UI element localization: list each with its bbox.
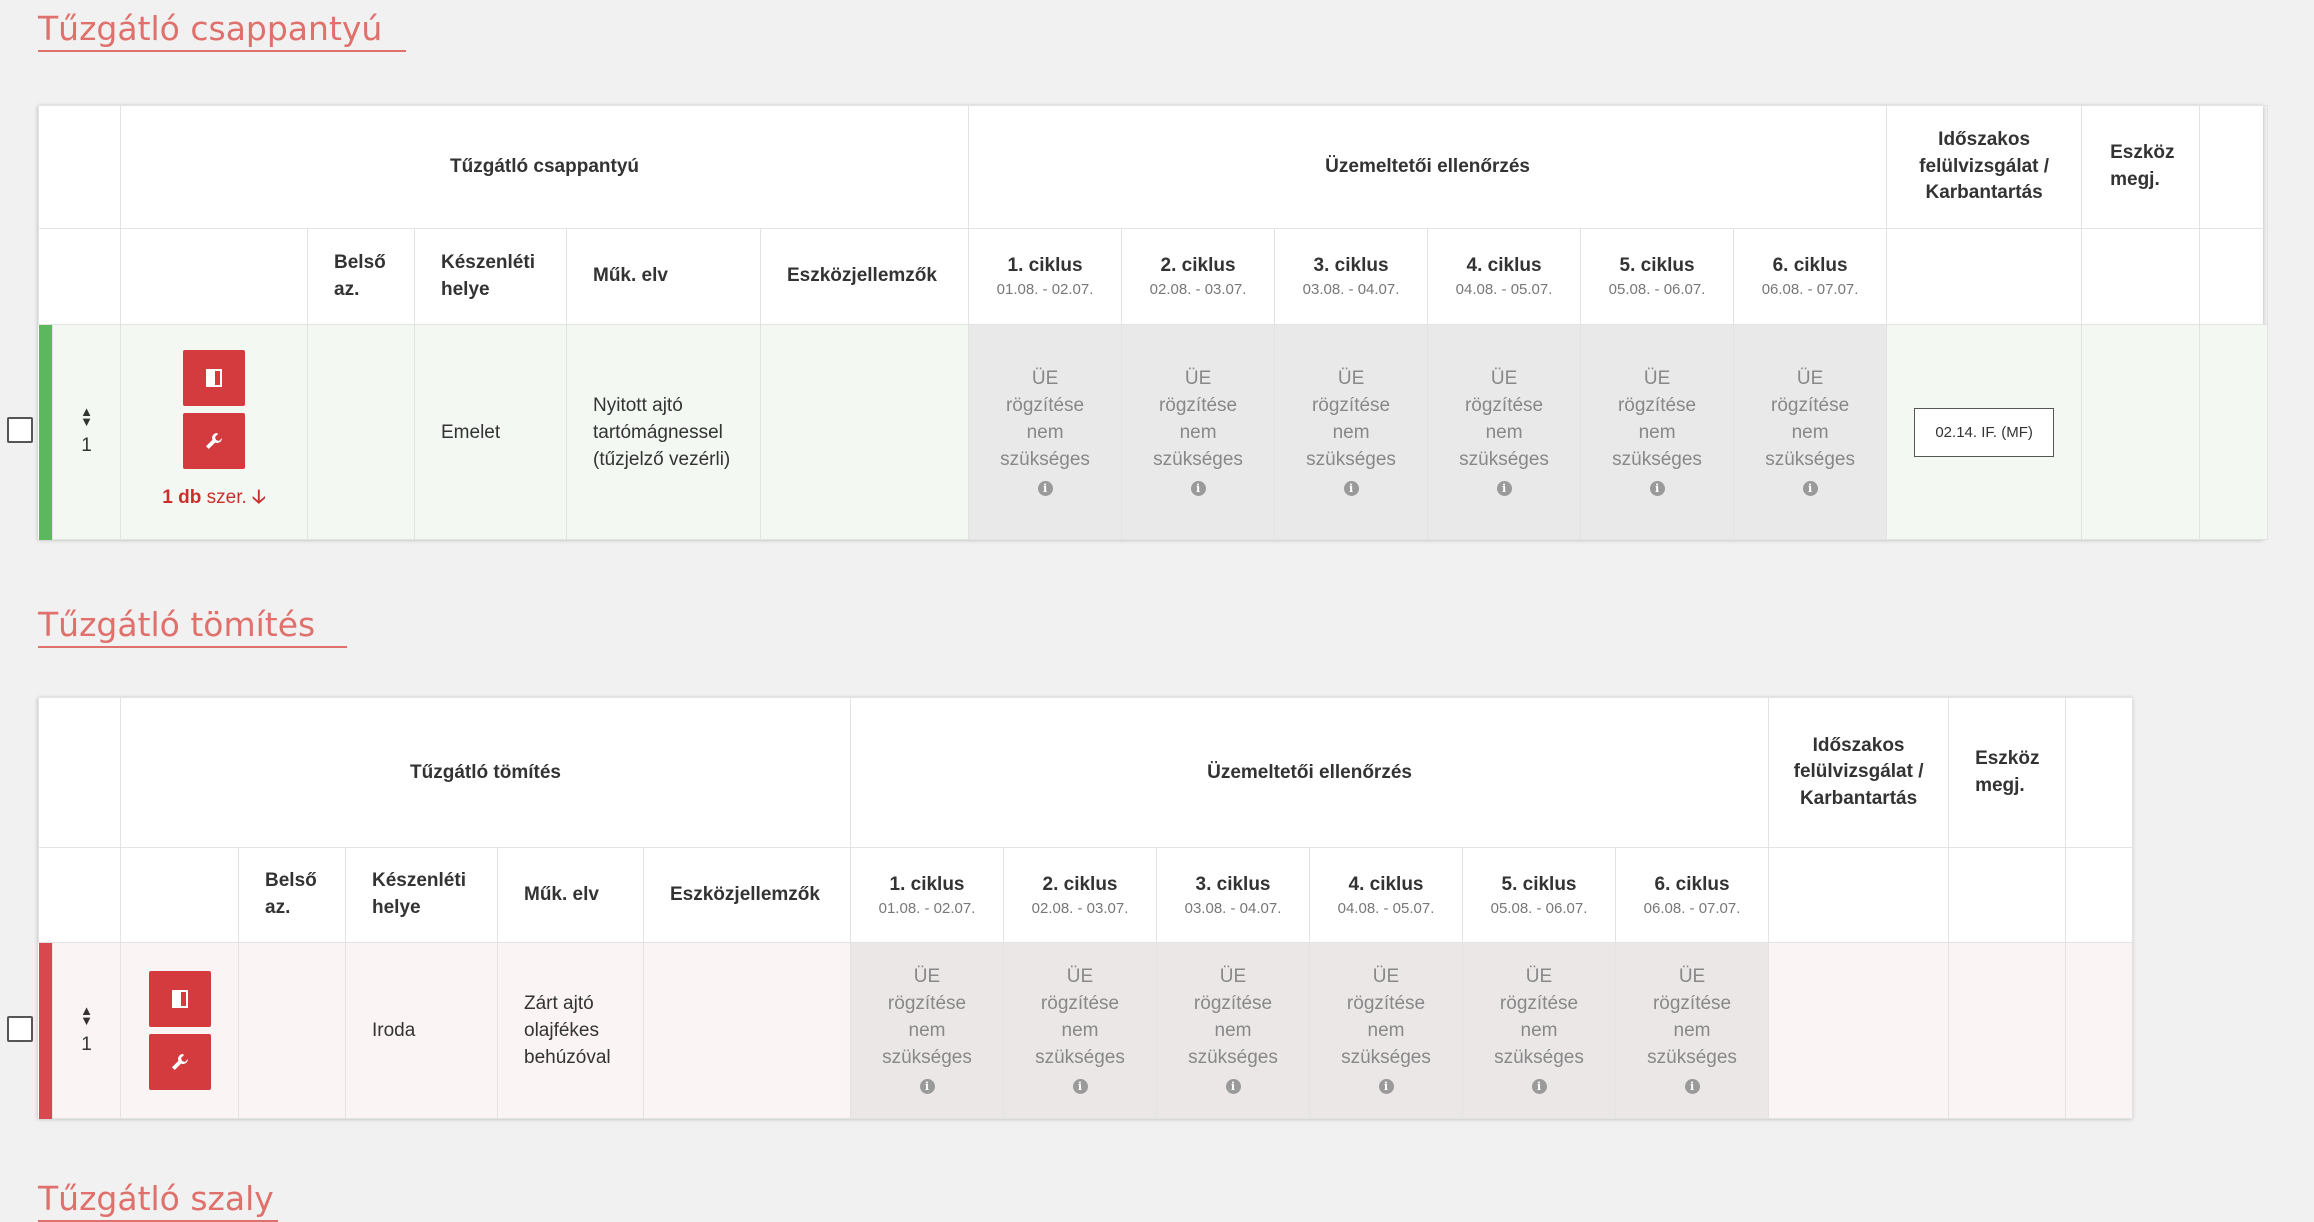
cell-device-note [2081, 324, 2201, 540]
col-cycle-2: 2. ciklus 02.08. - 03.07. [1121, 228, 1276, 325]
cycle-status-2[interactable]: ÜE rögzítése nem szükséges i [1121, 324, 1276, 540]
col-cycle-3: 3. ciklus 03.08. - 04.07. [1274, 228, 1429, 325]
info-icon[interactable]: i [1225, 1079, 1241, 1094]
info-icon[interactable]: i [1190, 480, 1206, 496]
cycle-status-4[interactable]: ÜE rögzítése nem szükséges i [1427, 324, 1582, 540]
info-icon[interactable]: i [1531, 1079, 1547, 1094]
cell-internal-id [307, 324, 415, 540]
col-internal-id: Belső az. [238, 847, 346, 943]
periodic-cell [1768, 942, 1950, 1119]
door-icon [206, 368, 222, 387]
group-header-main: Tűzgátló csappantyú [119, 105, 970, 229]
info-icon[interactable]: i [1378, 1079, 1394, 1094]
device-count-link[interactable]: 1 db szer. 🡣 [121, 483, 307, 515]
cell-location: Emelet [414, 324, 567, 540]
col-internal-id: Belső az. [307, 228, 415, 325]
cell-operation: Zárt ajtó olajfékes behúzóval [497, 942, 644, 1119]
col-location: Készenléti helye [345, 847, 498, 943]
col-features: Eszközjellemzők [759, 228, 970, 325]
cycle-status-5[interactable]: ÜE rögzítése nem szükséges i [1580, 324, 1735, 540]
section-title-szaly: Tűzgátló szaly [38, 1180, 278, 1222]
table-csappantyu: Tűzgátló csappantyú Üzemeltetői ellenőrz… [38, 105, 2269, 540]
group-header-check: Üzemeltetői ellenőrzés [849, 697, 1770, 848]
cycle-status-6[interactable]: ÜE rögzítése nem szükséges i [1614, 942, 1770, 1119]
group-header-periodic: Időszakos felülvizsgálat / Karbantartás [1768, 697, 1950, 848]
group-header-periodic: Időszakos felülvizsgálat / Karbantartás [1886, 105, 2083, 229]
col-cycle-4: 4. ciklus 04.08. - 05.07. [1427, 228, 1582, 325]
cell-features [759, 324, 970, 540]
col-location: Készenléti helye [414, 228, 567, 325]
col-cycle-6: 6. ciklus 06.08. - 07.07. [1614, 847, 1770, 943]
cycle-status-2[interactable]: ÜE rögzítése nem szükséges i [1003, 942, 1157, 1119]
info-icon[interactable]: i [919, 1079, 935, 1094]
cell-operation: Nyitott ajtó tartómágnessel (tűzjelző ve… [566, 324, 761, 540]
col-cycle-1: 1. ciklus 01.08. - 02.07. [968, 228, 1123, 325]
door-button[interactable] [148, 971, 211, 1027]
col-cycle-2: 2. ciklus 02.08. - 03.07. [1003, 847, 1157, 943]
cell-internal-id [238, 942, 346, 1119]
section-title-tomites: Tűzgátló tömítés [38, 606, 347, 648]
action-cell: 1 db szer. 🡣 [120, 324, 308, 540]
group-header-device-note: Eszköz megj. [2081, 105, 2201, 229]
info-icon[interactable]: i [1802, 480, 1818, 496]
info-icon[interactable]: i [1072, 1079, 1088, 1094]
group-header-main: Tűzgátló tömítés [120, 697, 851, 848]
col-cycle-3: 3. ciklus 03.08. - 04.07. [1156, 847, 1310, 943]
cycle-status-5[interactable]: ÜE rögzítése nem szükséges i [1462, 942, 1616, 1119]
wrench-icon [171, 1054, 188, 1070]
group-header-check: Üzemeltetői ellenőrzés [968, 105, 1888, 229]
col-operation: Műk. elv [566, 228, 761, 325]
info-icon[interactable]: i [1649, 480, 1665, 496]
table-row: ▲ ▼ 1 Iroda Zárt ajtó olajfékes behúzóva… [38, 942, 2134, 1119]
col-cycle-5: 5. ciklus 05.08. - 06.07. [1462, 847, 1616, 943]
cycle-status-3[interactable]: ÜE rögzítése nem szükséges i [1156, 942, 1310, 1119]
table-tomites: Tűzgátló tömítés Üzemeltetői ellenőrzés … [38, 697, 2134, 1119]
cell-location: Iroda [345, 942, 498, 1119]
row-select-checkbox[interactable] [7, 417, 33, 443]
cycle-status-3[interactable]: ÜE rögzítése nem szükséges i [1274, 324, 1429, 540]
cell-features [643, 942, 851, 1119]
periodic-inspection-button[interactable]: 02.14. IF. (MF) [1914, 407, 2054, 457]
arrow-down-icon: 🡣 [252, 486, 266, 508]
col-cycle-1: 1. ciklus 01.08. - 02.07. [850, 847, 1004, 943]
sort-handle[interactable]: ▲ ▼ 1 [52, 324, 121, 540]
col-operation: Műk. elv [497, 847, 644, 943]
sort-handle[interactable]: ▲ ▼ 1 [52, 942, 121, 1119]
table-row: ▲ ▼ 1 1 db szer. 🡣 Emelet Nyitott ajtó t… [38, 324, 2269, 540]
cycle-status-6[interactable]: ÜE rögzítése nem szükséges i [1733, 324, 1888, 540]
info-icon[interactable]: i [1343, 480, 1359, 496]
col-cycle-4: 4. ciklus 04.08. - 05.07. [1309, 847, 1463, 943]
sort-icon[interactable]: ▲ ▼ [53, 1004, 120, 1027]
maintenance-button[interactable] [183, 412, 245, 469]
header-empty [38, 105, 121, 229]
cycle-status-1[interactable]: ÜE rögzítése nem szükséges i [850, 942, 1004, 1119]
col-cycle-5: 5. ciklus 05.08. - 06.07. [1580, 228, 1735, 325]
group-header-device-note: Eszköz megj. [1948, 697, 2067, 848]
info-icon[interactable]: i [1684, 1079, 1700, 1094]
col-features: Eszközjellemzők [643, 847, 851, 943]
info-icon[interactable]: i [1496, 480, 1512, 496]
door-button[interactable] [183, 349, 245, 406]
info-icon[interactable]: i [1037, 480, 1053, 496]
wrench-icon [206, 432, 222, 449]
section-title-csappantyu: Tűzgátló csappantyú [38, 10, 406, 52]
door-icon [171, 990, 188, 1008]
status-stripe [38, 942, 53, 1119]
cycle-status-4[interactable]: ÜE rögzítése nem szükséges i [1309, 942, 1463, 1119]
periodic-cell: 02.14. IF. (MF) [1886, 324, 2083, 540]
status-stripe [38, 324, 53, 540]
row-select-checkbox[interactable] [7, 1016, 33, 1042]
maintenance-button[interactable] [148, 1034, 211, 1090]
cell-device-note [1948, 942, 2067, 1119]
sort-icon[interactable]: ▲ ▼ [53, 405, 120, 428]
action-cell [120, 942, 239, 1119]
col-cycle-6: 6. ciklus 06.08. - 07.07. [1733, 228, 1888, 325]
cycle-status-1[interactable]: ÜE rögzítése nem szükséges i [968, 324, 1123, 540]
